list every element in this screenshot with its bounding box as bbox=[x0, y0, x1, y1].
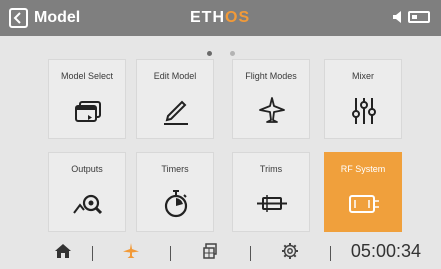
back-button[interactable] bbox=[9, 8, 28, 28]
edit-pencil-icon bbox=[164, 100, 188, 125]
logo-main: ETH bbox=[190, 9, 225, 26]
speaker-icon[interactable] bbox=[392, 10, 404, 24]
tile-trims[interactable]: Trims bbox=[232, 152, 310, 232]
clock: 05:00:34 bbox=[350, 241, 421, 261]
bottom-nav: 05:00:34 bbox=[0, 236, 441, 269]
tile-edit-model[interactable]: Edit Model bbox=[136, 59, 214, 139]
tile-label: Trims bbox=[259, 164, 283, 174]
tile-label: Timers bbox=[161, 164, 189, 174]
ethos-logo: ETHOS bbox=[190, 9, 250, 27]
stopwatch-icon bbox=[164, 190, 188, 218]
tile-label: Model Select bbox=[60, 71, 114, 81]
tile-rf-system[interactable]: RF System bbox=[324, 152, 402, 232]
page-title: Model bbox=[34, 9, 81, 26]
nav-separator bbox=[170, 246, 171, 261]
tile-label: RF System bbox=[340, 164, 386, 174]
nav-separator bbox=[330, 246, 331, 261]
layers-icon[interactable] bbox=[202, 242, 220, 260]
gear-icon[interactable] bbox=[281, 242, 299, 260]
mixer-sliders-icon bbox=[352, 98, 376, 124]
tile-timers[interactable]: Timers bbox=[136, 152, 214, 232]
tile-model-select[interactable]: Model Select bbox=[48, 59, 126, 139]
battery-icon bbox=[408, 11, 430, 23]
airplane-icon[interactable] bbox=[122, 242, 140, 260]
rf-module-icon bbox=[349, 195, 379, 213]
tile-label: Outputs bbox=[71, 164, 103, 174]
logo-accent: OS bbox=[225, 9, 251, 26]
airplane-icon bbox=[259, 97, 285, 123]
tile-mixer[interactable]: Mixer bbox=[324, 59, 402, 139]
nav-separator bbox=[92, 246, 93, 261]
top-bar: Model ETHOS bbox=[0, 0, 441, 36]
tile-label: Mixer bbox=[352, 71, 374, 81]
tile-outputs[interactable]: Outputs bbox=[48, 152, 126, 232]
chevron-left-icon bbox=[13, 12, 21, 24]
home-icon[interactable] bbox=[54, 242, 72, 260]
outputs-icon bbox=[73, 194, 103, 215]
trims-icon bbox=[257, 195, 287, 212]
tile-label: Edit Model bbox=[153, 71, 197, 81]
model-select-icon bbox=[75, 101, 101, 122]
page-dot-1[interactable] bbox=[206, 51, 212, 56]
tile-label: Flight Modes bbox=[245, 71, 297, 81]
tile-flight-modes[interactable]: Flight Modes bbox=[232, 59, 310, 139]
nav-separator bbox=[250, 246, 251, 261]
page-dot-2[interactable] bbox=[229, 51, 235, 56]
